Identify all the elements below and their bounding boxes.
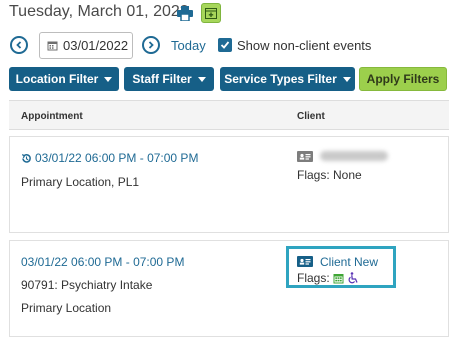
appointment-time-row: 03/01/22 06:00 PM - 07:00 PM [21, 151, 198, 165]
location-filter-label: Location Filter [15, 72, 99, 86]
caret-down-icon [197, 76, 206, 82]
service-types-filter-button[interactable]: Service Types Filter [220, 67, 355, 91]
location-filter-button[interactable]: Location Filter [9, 67, 119, 91]
id-card-icon [297, 256, 313, 267]
client-flags: Flags: None [297, 168, 362, 182]
page-title: Tuesday, March 01, 2022 [9, 3, 189, 20]
calendar-icon [47, 40, 58, 51]
service-types-filter-label: Service Types Filter [224, 72, 337, 86]
checkmark-icon [220, 41, 230, 49]
appointment-location: Primary Location, PL1 [21, 175, 140, 189]
flags-label: Flags: [297, 271, 330, 285]
calendar-flag-icon [333, 273, 344, 283]
staff-filter-button[interactable]: Staff Filter [124, 67, 214, 91]
show-non-client-label: Show non-client events [237, 38, 372, 53]
client-name-link[interactable]: Client New [320, 255, 378, 269]
appointment-time-link[interactable]: 03/01/22 06:00 PM - 07:00 PM [21, 255, 184, 269]
chevron-left-icon [16, 41, 22, 49]
show-non-client-checkbox[interactable] [218, 38, 232, 52]
appointment-location: Primary Location [21, 301, 112, 315]
apply-filters-button[interactable]: Apply Filters [359, 67, 447, 91]
appointment-time-link[interactable]: 03/01/22 06:00 PM - 07:00 PM [35, 151, 198, 165]
column-header-appointment[interactable]: Appointment [21, 111, 83, 122]
calendar-add-icon[interactable] [201, 3, 221, 23]
client-flags-row: Flags: [297, 271, 359, 285]
caret-down-icon [104, 76, 113, 82]
date-picker-field[interactable]: 03/01/2022 [39, 32, 133, 59]
wheelchair-icon [348, 272, 358, 284]
previous-day-button[interactable] [10, 36, 28, 54]
client-name-redacted[interactable] [320, 151, 388, 161]
caret-down-icon [342, 76, 351, 82]
column-header-client[interactable]: Client [297, 111, 325, 122]
id-card-icon [297, 151, 313, 162]
appointment-service: 90791: Psychiatry Intake [21, 278, 153, 292]
chevron-right-icon [148, 41, 154, 49]
today-link[interactable]: Today [171, 38, 206, 53]
date-value: 03/01/2022 [63, 38, 129, 53]
recurring-icon [21, 153, 31, 163]
next-day-button[interactable] [142, 36, 160, 54]
staff-filter-label: Staff Filter [132, 72, 192, 86]
printer-icon[interactable] [175, 3, 195, 23]
